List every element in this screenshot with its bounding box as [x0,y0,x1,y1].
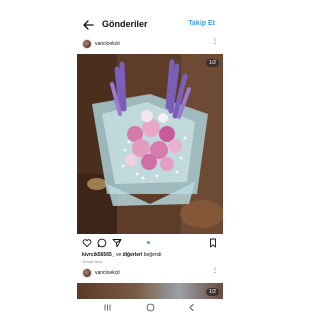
recent-apps-icon[interactable] [101,301,113,313]
image-counter: 1/2 [206,288,219,296]
likes-line: kivrcik56565_ ve diğerleri beğendi [82,252,162,258]
next-post-header: vancloekcit ⋮ [77,267,223,281]
post-image[interactable]: 1/2 [77,54,223,234]
image-counter: 1/2 [206,59,219,67]
avatar[interactable] [82,39,92,49]
home-circle-icon[interactable] [144,301,156,313]
username[interactable]: vancloekcit [95,41,120,47]
back-arrow-icon[interactable] [81,18,95,32]
chevron-left-icon[interactable] [185,301,197,313]
android-nav-bar [77,299,223,315]
username[interactable]: vancloekcit [95,270,120,276]
instagram-screen: Gönderiler Takip Et vancloekcit ⋮ 1/2 ki… [77,0,223,315]
heart-icon[interactable] [82,238,92,248]
next-post-image[interactable]: 1/2 [77,283,223,299]
top-bar: Gönderiler Takip Et [77,17,223,33]
post-header: vancloekcit ⋮ [77,38,223,52]
post-actions [77,237,223,249]
likes-others[interactable]: diğerleri [123,252,143,258]
bookmark-icon[interactable] [208,238,218,248]
more-options-icon[interactable]: ⋮ [212,39,218,45]
bouquet-photo [77,54,223,234]
carousel-indicator [147,241,150,244]
post-timestamp: 15 saat önce [82,260,103,264]
follow-button[interactable]: Takip Et [188,20,215,27]
comment-icon[interactable] [97,238,107,248]
likes-connector: ve [115,252,122,258]
more-options-icon[interactable]: ⋮ [212,268,218,274]
page-title: Gönderiler [102,19,148,29]
avatar[interactable] [82,268,92,278]
liked-by-user[interactable]: kivrcik56565_ [82,252,115,258]
send-icon[interactable] [112,238,122,248]
likes-suffix: beğendi [143,252,162,258]
